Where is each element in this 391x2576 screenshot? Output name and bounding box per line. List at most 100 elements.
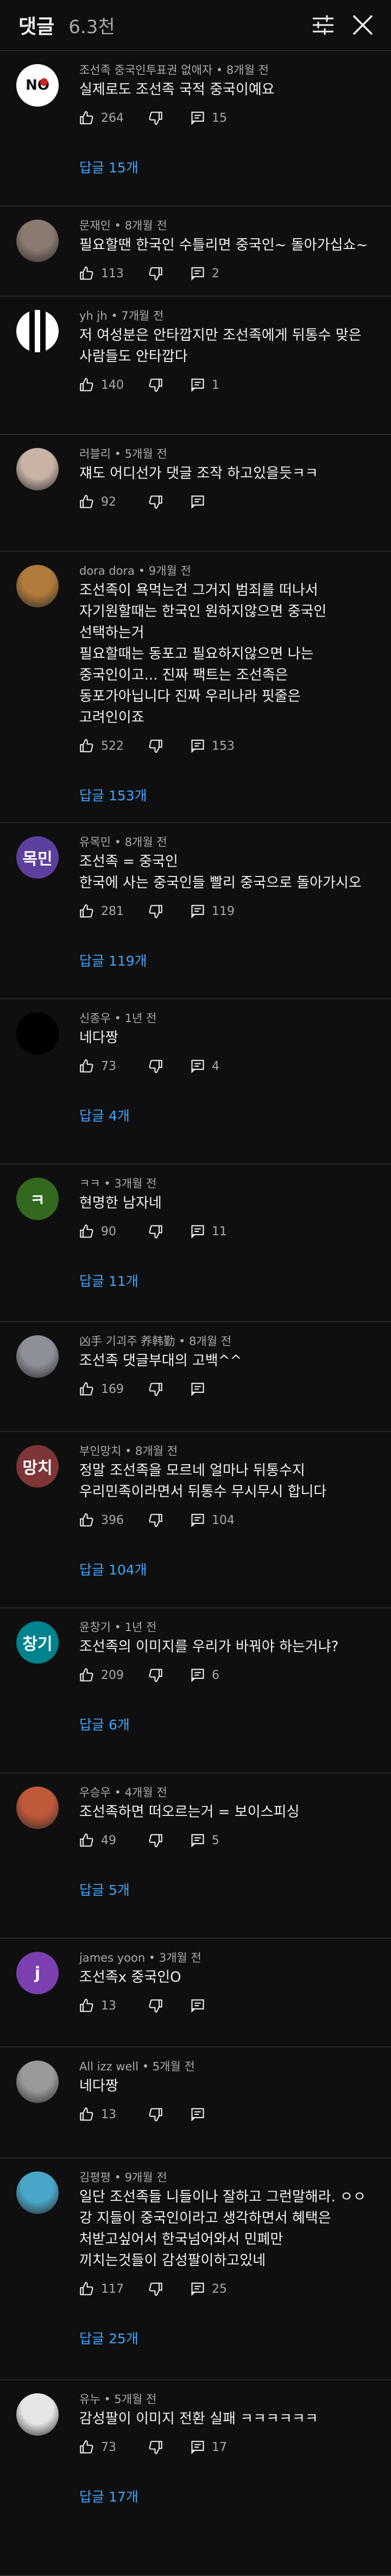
comment-body: 유목민 • 8개월 전 조선족 = 중국인 한국에 사는 중국인들 빨리 중국으로 …	[79, 834, 376, 970]
comment-body: 부인망치 • 8개월 전 정말 조선족을 모르네 얼마나 뒤통수지 우리민족이라면서…	[79, 1443, 376, 1579]
view-replies-link[interactable]: 답글 15개	[79, 157, 376, 177]
avatar[interactable]	[16, 565, 59, 607]
comment-actions: 169	[79, 1378, 376, 1400]
reply-icon[interactable]	[190, 1059, 205, 1074]
reply-icon[interactable]	[190, 1382, 205, 1397]
avatar[interactable]	[16, 1335, 59, 1378]
avatar[interactable]	[16, 1012, 59, 1055]
like-icon[interactable]	[79, 1382, 94, 1397]
comment-meta: 러블리 • 5개월 전	[79, 447, 167, 461]
comment-body: 러블리 • 5개월 전 쟤도 어디선가 댓글 조작 하고있을듯ㅋㅋ 92	[79, 446, 376, 513]
dislike-icon[interactable]	[148, 377, 163, 393]
reply-icon[interactable]	[190, 1667, 205, 1683]
avatar[interactable]: ㅋ	[16, 1178, 59, 1220]
like-icon[interactable]	[79, 904, 94, 919]
avatar[interactable]	[16, 1787, 59, 1829]
comment-body: 조선족 중국인투표권 없애자 • 8개월 전 실제로도 조선족 국적 중국이예요 2…	[79, 62, 376, 177]
sort-filter-icon[interactable]	[312, 14, 335, 36]
dislike-icon[interactable]	[148, 1833, 163, 1848]
like-icon[interactable]	[79, 2440, 94, 2455]
dislike-icon[interactable]	[148, 1513, 163, 1528]
avatar[interactable]	[16, 2171, 59, 2214]
like-count: 169	[101, 1382, 124, 1396]
like-icon[interactable]	[79, 110, 94, 126]
reply-icon[interactable]	[190, 1833, 205, 1848]
comment-text: 조선족 = 중국인 한국에 사는 중국인들 빨리 중국으로 돌아가시오	[79, 851, 376, 894]
dislike-icon[interactable]	[148, 2281, 163, 2297]
reply-icon[interactable]	[190, 1998, 205, 2013]
avatar[interactable]	[16, 220, 59, 262]
like-icon[interactable]	[79, 2281, 94, 2297]
avatar[interactable]	[16, 2061, 59, 2103]
avatar[interactable]: 창기	[16, 1621, 59, 1664]
comment-text-line: 현명한 남자네	[79, 1195, 162, 1211]
dislike-icon[interactable]	[148, 738, 163, 754]
comment-item: 목민 유목민 • 8개월 전 조선족 = 중국인 한국에 사는 중국인들 빨리 중국으…	[0, 823, 391, 999]
dislike-icon[interactable]	[148, 2107, 163, 2122]
close-icon[interactable]	[350, 12, 376, 38]
view-replies-link[interactable]: 답글 119개	[79, 950, 376, 970]
comment-text-line: 필요할때는 동포고 필요하지않으면 나는	[79, 646, 314, 662]
avatar[interactable]	[16, 448, 59, 490]
dislike-icon[interactable]	[148, 1382, 163, 1397]
comment-text: 조선족x 중국인O	[79, 1967, 376, 1988]
comment-meta: 부인망치 • 8개월 전	[79, 1445, 178, 1458]
avatar[interactable]	[16, 310, 59, 352]
view-replies-link[interactable]: 답글 5개	[79, 1880, 376, 1899]
comment-text-line: 네다짱	[79, 1030, 118, 1046]
like-icon[interactable]	[79, 377, 94, 393]
view-replies-link[interactable]: 답글 17개	[79, 2486, 376, 2506]
reply-icon[interactable]	[190, 110, 205, 126]
dislike-icon[interactable]	[148, 1224, 163, 1239]
like-icon[interactable]	[79, 494, 94, 509]
like-icon[interactable]	[79, 1224, 94, 1239]
dislike-icon[interactable]	[148, 110, 163, 126]
comment-text-line: 한국에 사는 중국인들 빨리 중국으로 돌아가시오	[79, 875, 362, 891]
avatar[interactable]: j	[16, 1952, 59, 1994]
avatar[interactable]: 망치	[16, 1445, 59, 1488]
comment-body: 신종우 • 1년 전 네다짱 73 4 답글 4개	[79, 1010, 376, 1125]
reply-count: 11	[212, 1224, 227, 1239]
reply-icon[interactable]	[190, 2440, 205, 2455]
reply-icon[interactable]	[190, 738, 205, 754]
reply-icon[interactable]	[190, 494, 205, 509]
avatar[interactable]: 목민	[16, 836, 59, 879]
dislike-icon[interactable]	[148, 1667, 163, 1683]
dislike-icon[interactable]	[148, 904, 163, 919]
view-replies-link[interactable]: 답글 104개	[79, 1559, 376, 1579]
view-replies-link[interactable]: 답글 11개	[79, 1271, 376, 1290]
view-replies-link[interactable]: 답글 25개	[79, 2328, 376, 2348]
dislike-icon[interactable]	[148, 1059, 163, 1074]
reply-icon[interactable]	[190, 904, 205, 919]
comment-actions: 73 4	[79, 1055, 376, 1077]
dislike-icon[interactable]	[148, 494, 163, 509]
reply-icon[interactable]	[190, 377, 205, 393]
like-icon[interactable]	[79, 1513, 94, 1528]
comment-count: 6.3천	[68, 16, 115, 38]
view-replies-link[interactable]: 답글 6개	[79, 1714, 376, 1734]
like-icon[interactable]	[79, 2107, 94, 2122]
like-icon[interactable]	[79, 266, 94, 281]
view-replies-link[interactable]: 답글 153개	[79, 785, 376, 805]
like-icon[interactable]	[79, 1833, 94, 1848]
comment-actions: 92	[79, 491, 376, 513]
reply-icon[interactable]	[190, 1224, 205, 1239]
reply-icon[interactable]	[190, 2107, 205, 2122]
comment-body: All izz well • 5개월 전 네다짱 13	[79, 2058, 376, 2125]
like-icon[interactable]	[79, 738, 94, 754]
dislike-icon[interactable]	[148, 266, 163, 281]
like-icon[interactable]	[79, 1059, 94, 1074]
comment-actions: 522 153	[79, 735, 376, 757]
reply-icon[interactable]	[190, 1513, 205, 1528]
avatar[interactable]: NO	[16, 64, 59, 107]
comment-item: 망치 부인망치 • 8개월 전 정말 조선족을 모르네 얼마나 뒤통수지 우리민족이라…	[0, 1432, 391, 1608]
dislike-icon[interactable]	[148, 2440, 163, 2455]
dislike-icon[interactable]	[148, 1998, 163, 2013]
like-icon[interactable]	[79, 1667, 94, 1683]
avatar[interactable]	[16, 2393, 59, 2436]
comment-actions: 73 17	[79, 2436, 376, 2458]
reply-icon[interactable]	[190, 2281, 205, 2297]
reply-icon[interactable]	[190, 266, 205, 281]
like-icon[interactable]	[79, 1998, 94, 2013]
view-replies-link[interactable]: 답글 4개	[79, 1105, 376, 1125]
